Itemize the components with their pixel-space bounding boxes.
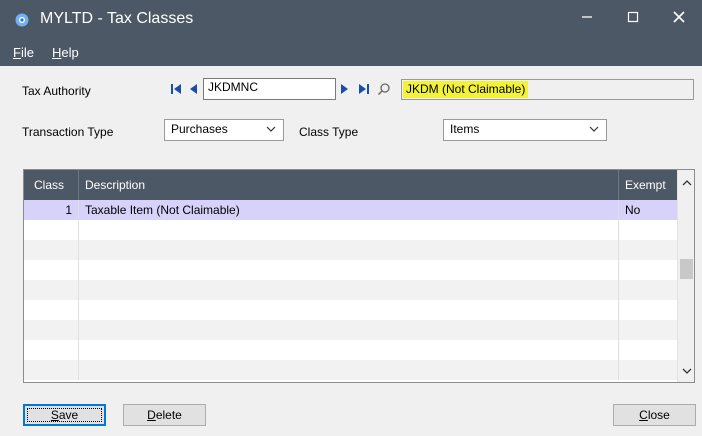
chevron-down-icon	[266, 126, 276, 132]
minimize-icon	[582, 16, 592, 18]
menu-help-label: elp	[61, 45, 79, 60]
empty-row[interactable]	[24, 260, 677, 280]
scroll-down-button[interactable]	[678, 362, 694, 379]
maximize-icon	[627, 11, 639, 23]
first-record-icon	[171, 84, 181, 94]
save-button[interactable]: Save	[23, 404, 106, 426]
cell-class	[24, 260, 79, 280]
minimize-button[interactable]	[564, 0, 610, 34]
menu-file[interactable]: File	[13, 45, 34, 60]
close-button[interactable]: Close	[613, 404, 696, 426]
close-icon	[673, 11, 685, 23]
table-row[interactable]: 1 Taxable Item (Not Claimable) No	[24, 200, 677, 220]
cell-class	[24, 220, 79, 240]
empty-row[interactable]	[24, 240, 677, 260]
previous-record-button[interactable]	[188, 82, 198, 96]
finder-button[interactable]	[377, 82, 391, 96]
column-header-class[interactable]: Class	[24, 170, 79, 200]
cell-class[interactable]: 1	[24, 200, 79, 220]
previous-record-icon	[190, 84, 197, 94]
menu-file-mnemonic: F	[13, 45, 21, 60]
transaction-type-select[interactable]: Purchases	[164, 119, 284, 141]
tax-authority-description-text: JKDM (Not Claimable)	[403, 81, 529, 98]
vertical-scrollbar[interactable]	[677, 170, 694, 382]
cell-description	[79, 260, 619, 280]
scroll-up-button[interactable]	[678, 174, 694, 191]
menu-bar: File Help	[0, 40, 702, 66]
close-mnemonic: C	[639, 408, 648, 422]
transaction-type-value: Purchases	[171, 122, 228, 136]
first-record-button[interactable]	[170, 82, 182, 96]
tax-authority-label: Tax Authority	[22, 84, 91, 98]
next-record-button[interactable]	[340, 82, 350, 96]
cell-class	[24, 240, 79, 260]
class-type-value: Items	[450, 122, 480, 136]
cell-exempt[interactable]: No	[619, 200, 677, 220]
next-record-icon	[341, 84, 348, 94]
empty-row[interactable]	[24, 340, 677, 360]
last-record-button[interactable]	[358, 82, 370, 96]
search-icon	[377, 83, 390, 96]
tax-authority-description: JKDM (Not Claimable)	[401, 79, 694, 100]
gear-icon	[15, 13, 29, 27]
last-record-icon	[359, 84, 369, 94]
cell-description	[79, 300, 619, 320]
column-header-exempt[interactable]: Exempt	[619, 170, 677, 200]
grid-header: Class Description Exempt	[24, 170, 677, 200]
empty-row[interactable]	[24, 220, 677, 240]
tax-classes-grid[interactable]: Class Description Exempt 1 Taxable Item …	[23, 169, 695, 383]
cell-class	[24, 360, 79, 380]
chevron-down-icon	[589, 126, 599, 132]
class-type-label: Class Type	[299, 125, 359, 139]
tax-authority-code-field[interactable]: JKDMNC	[203, 78, 336, 100]
class-type-select[interactable]: Items	[443, 119, 607, 141]
chevron-up-icon	[682, 179, 691, 185]
menu-help-mnemonic: H	[52, 45, 62, 60]
empty-row[interactable]	[24, 360, 677, 380]
scrollbar-thumb[interactable]	[680, 258, 693, 279]
tax-classes-window: MYLTD - Tax Classes File Help Tax Author…	[0, 0, 702, 436]
grid-body: 1 Taxable Item (Not Claimable) No	[24, 200, 677, 382]
chevron-down-icon	[682, 368, 691, 374]
close-window-button[interactable]	[656, 0, 702, 34]
cell-description	[79, 340, 619, 360]
maximize-button[interactable]	[610, 0, 656, 34]
cell-description	[79, 220, 619, 240]
close-label: lose	[647, 408, 670, 422]
cell-class	[24, 300, 79, 320]
cell-class	[24, 340, 79, 360]
menu-help[interactable]: Help	[52, 45, 79, 60]
title-bar: MYLTD - Tax Classes	[0, 0, 702, 40]
empty-row[interactable]	[24, 300, 677, 320]
delete-button[interactable]: Delete	[123, 404, 206, 426]
cell-description	[79, 360, 619, 380]
cell-description[interactable]: Taxable Item (Not Claimable)	[79, 200, 619, 220]
cell-description	[79, 240, 619, 260]
column-header-description[interactable]: Description	[79, 170, 619, 200]
cell-class	[24, 320, 79, 340]
delete-label: elete	[155, 408, 182, 422]
transaction-type-label: Transaction Type	[22, 125, 114, 139]
delete-mnemonic: D	[147, 408, 156, 422]
cell-description	[79, 320, 619, 340]
focus-rectangle	[27, 408, 102, 422]
cell-class	[24, 280, 79, 300]
window-title: MYLTD - Tax Classes	[40, 10, 194, 27]
cell-description	[79, 280, 619, 300]
empty-row[interactable]	[24, 280, 677, 300]
menu-file-label: ile	[20, 45, 34, 60]
empty-row[interactable]	[24, 320, 677, 340]
